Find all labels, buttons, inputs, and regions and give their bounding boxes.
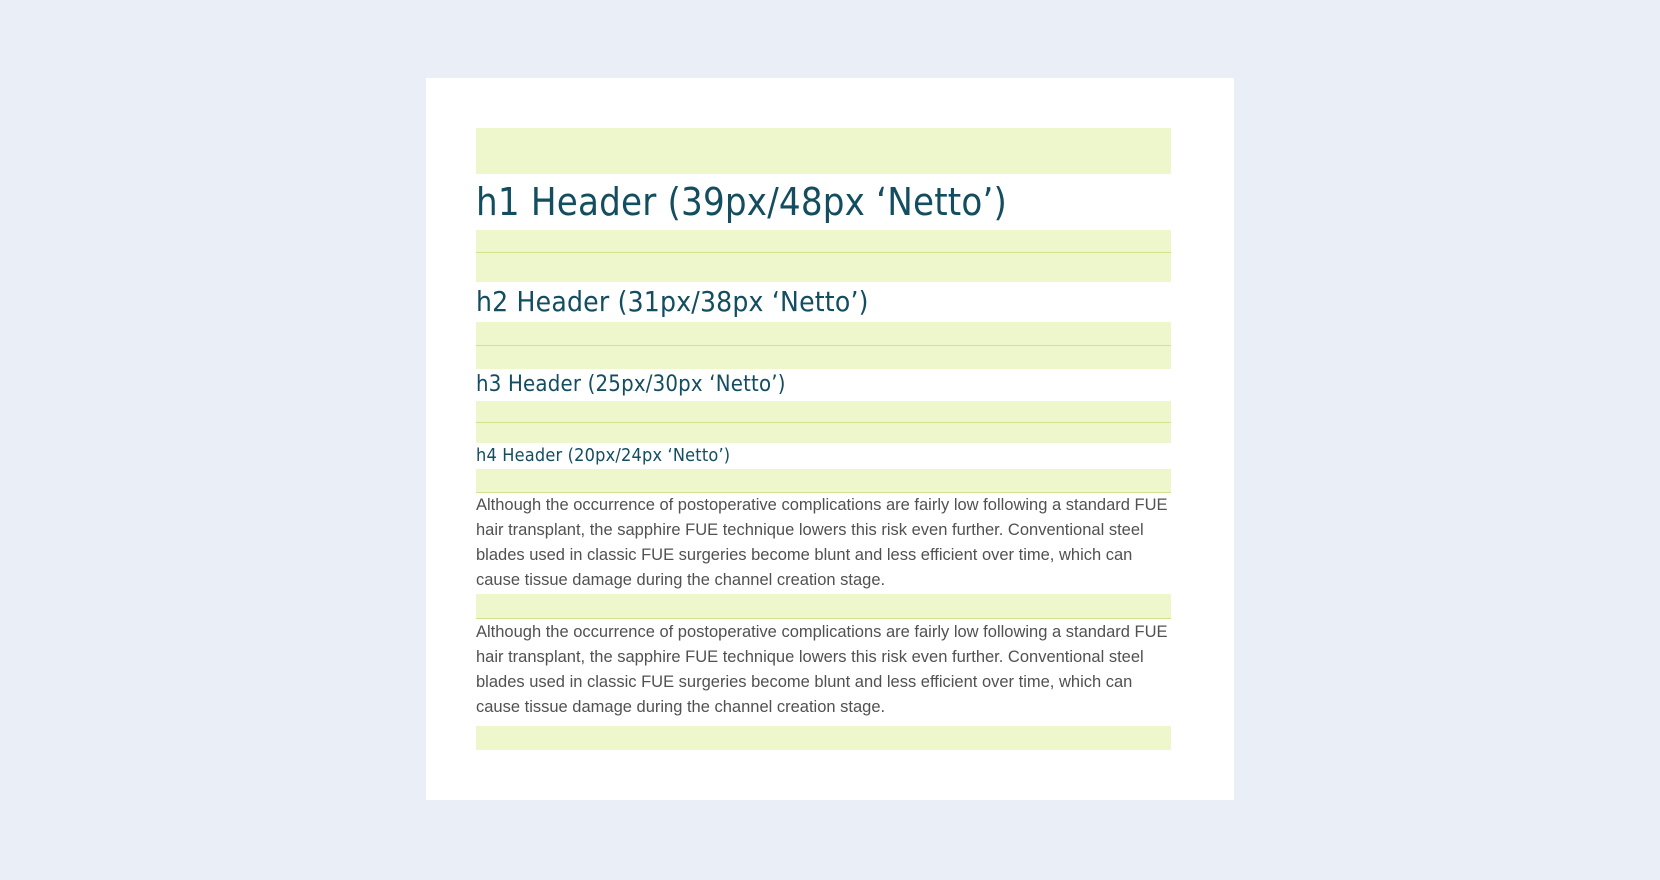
h3-header-sample: h3 Header (25px/30px ‘Netto’)	[476, 372, 786, 397]
h4-header-sample: h4 Header (20px/24px ‘Netto’)	[476, 445, 731, 466]
spacing-band	[476, 594, 1171, 619]
baseline-rule	[476, 618, 1171, 619]
baseline-rule	[476, 252, 1171, 253]
body-paragraph-sample: Although the occurrence of postoperative…	[476, 496, 1168, 589]
spacing-band	[476, 469, 1171, 492]
baseline-rule	[476, 345, 1171, 346]
spacing-band	[476, 128, 1171, 174]
h2-header-sample: h2 Header (31px/38px ‘Netto’)	[476, 285, 869, 318]
spacing-band	[476, 726, 1171, 750]
body-paragraph-sample: Although the occurrence of postoperative…	[476, 623, 1168, 716]
typography-card: h1 Header (39px/48px ‘Netto’) h2 Header …	[426, 78, 1234, 800]
spacing-band	[476, 230, 1171, 282]
baseline-rule	[476, 422, 1171, 423]
h1-header-sample: h1 Header (39px/48px ‘Netto’)	[476, 180, 1008, 224]
